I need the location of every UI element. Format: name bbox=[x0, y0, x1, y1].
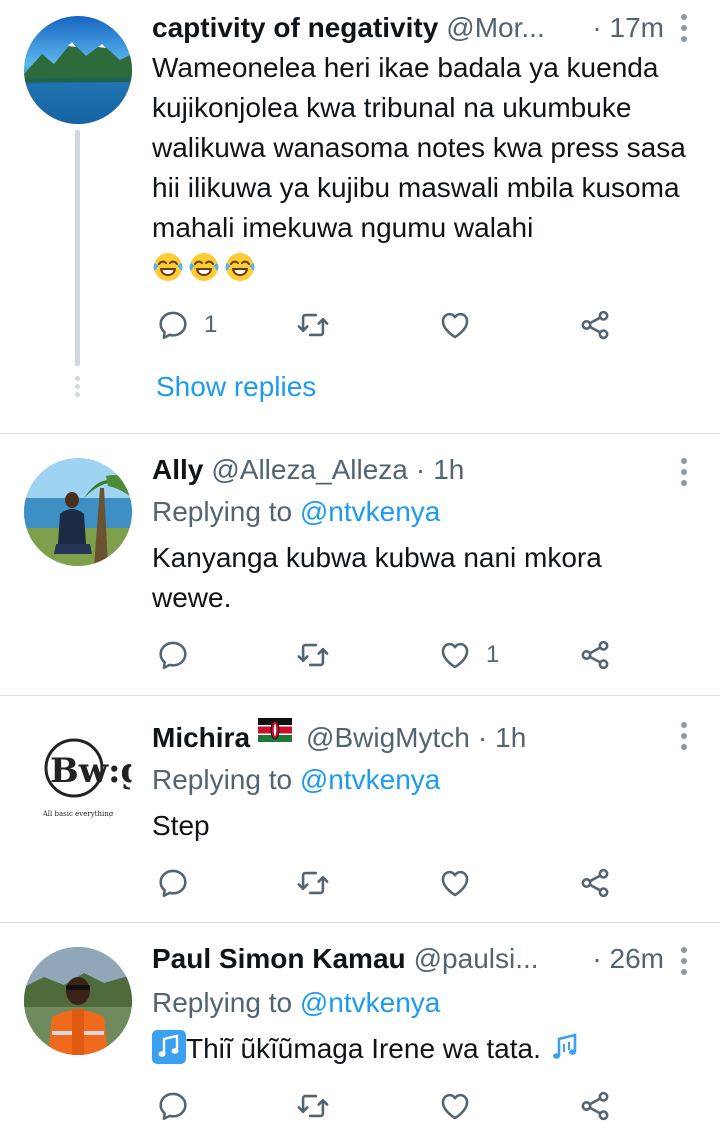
reply-button[interactable] bbox=[156, 1086, 190, 1126]
musical-notes-emoji bbox=[552, 1033, 576, 1059]
tweet-4[interactable]: Paul Simon Kamau @paulsi... · 26m Replyi… bbox=[0, 923, 720, 1136]
replying-to: Replying to @ntvkenya bbox=[152, 496, 441, 527]
display-name[interactable]: Paul Simon Kamau bbox=[152, 939, 406, 979]
face-with-tears-of-joy-emoji bbox=[188, 251, 220, 283]
musical-note-emoji bbox=[152, 1030, 186, 1064]
mention-link[interactable]: @ntvkenya bbox=[300, 987, 441, 1018]
user-handle[interactable]: @BwigMytch bbox=[306, 718, 470, 758]
mention-link[interactable]: @ntvkenya bbox=[300, 764, 441, 795]
replying-to: Replying to @ntvkenya bbox=[152, 987, 441, 1018]
timestamp[interactable]: 1h bbox=[433, 450, 464, 490]
tweet-text: Thiĩ ũkĩũmaga Irene wa tata. bbox=[152, 1029, 700, 1069]
reply-icon bbox=[156, 1089, 190, 1123]
avatar[interactable] bbox=[24, 458, 132, 566]
share-icon bbox=[578, 308, 612, 342]
timestamp[interactable]: · 26m bbox=[586, 939, 664, 979]
display-name[interactable]: Michira bbox=[152, 718, 250, 758]
more-options-icon[interactable] bbox=[680, 722, 688, 755]
emoji-row bbox=[152, 252, 260, 283]
reply-icon bbox=[156, 638, 190, 672]
avatar-caption: All basic everything bbox=[42, 810, 114, 818]
like-button[interactable]: 1 bbox=[438, 635, 499, 675]
reply-button[interactable] bbox=[156, 635, 190, 675]
more-options-icon[interactable] bbox=[680, 947, 688, 980]
tweet-text: Kanyanga kubwa kubwa nani mkora wewe. bbox=[152, 542, 602, 613]
avatar[interactable] bbox=[24, 947, 132, 1055]
tweet-text: Wameonelea heri ikae badala ya kuenda ku… bbox=[152, 48, 700, 288]
replying-to: Replying to @ntvkenya bbox=[152, 764, 441, 795]
timestamp[interactable]: · 17m bbox=[586, 8, 664, 48]
reply-button[interactable]: 1 bbox=[156, 305, 217, 345]
share-button[interactable] bbox=[578, 863, 612, 903]
retweet-icon bbox=[296, 866, 330, 900]
user-handle[interactable]: @paulsi... bbox=[414, 939, 539, 979]
reply-icon bbox=[156, 308, 190, 342]
timestamp[interactable]: 1h bbox=[495, 718, 526, 758]
share-button[interactable] bbox=[578, 635, 612, 675]
share-icon bbox=[578, 1089, 612, 1123]
like-icon bbox=[438, 1089, 472, 1123]
retweet-icon bbox=[296, 1089, 330, 1123]
tweet-3[interactable]: Bw:g All basic everything Michira @BwigM… bbox=[0, 696, 720, 922]
reply-button[interactable] bbox=[156, 863, 190, 903]
user-handle[interactable]: @Alleza_Alleza bbox=[211, 450, 408, 490]
tweet-actions: 1 bbox=[152, 635, 622, 675]
tweet-header: Ally @Alleza_Alleza · 1h bbox=[152, 450, 664, 490]
retweet-button[interactable] bbox=[296, 1086, 330, 1126]
retweet-button[interactable] bbox=[296, 635, 330, 675]
avatar[interactable]: Bw:g All basic everything bbox=[24, 720, 132, 828]
tweet-actions bbox=[152, 1086, 622, 1126]
avatar-monogram: Bw:g bbox=[50, 751, 132, 791]
thread-ellipsis bbox=[75, 376, 80, 400]
tweet-1[interactable]: captivity of negativity @Mor... · 17m Wa… bbox=[0, 0, 720, 433]
more-options-icon[interactable] bbox=[680, 458, 688, 491]
share-icon bbox=[578, 638, 612, 672]
display-name[interactable]: Ally bbox=[152, 450, 203, 490]
tweet-actions bbox=[152, 863, 622, 903]
retweet-button[interactable] bbox=[296, 863, 330, 903]
reply-icon bbox=[156, 866, 190, 900]
tweet-header: Paul Simon Kamau @paulsi... · 26m bbox=[152, 939, 664, 979]
like-count: 1 bbox=[486, 641, 500, 668]
tweet-text: Step bbox=[152, 810, 210, 841]
retweet-button[interactable] bbox=[296, 305, 330, 345]
like-button[interactable] bbox=[438, 1086, 472, 1126]
thread-line bbox=[75, 130, 80, 366]
more-options-icon[interactable] bbox=[680, 14, 688, 47]
kenya-flag-emoji bbox=[258, 718, 293, 742]
share-icon bbox=[578, 866, 612, 900]
avatar[interactable] bbox=[24, 16, 132, 124]
like-icon bbox=[438, 866, 472, 900]
like-button[interactable] bbox=[438, 863, 472, 903]
tweet-header: Michira @BwigMytch · 1h bbox=[152, 718, 664, 758]
face-with-tears-of-joy-emoji bbox=[224, 251, 256, 283]
tweet-2[interactable]: Ally @Alleza_Alleza · 1h Replying to @nt… bbox=[0, 434, 720, 695]
share-button[interactable] bbox=[578, 1086, 612, 1126]
face-with-tears-of-joy-emoji bbox=[152, 251, 184, 283]
display-name[interactable]: captivity of negativity bbox=[152, 8, 438, 48]
like-button[interactable] bbox=[438, 305, 472, 345]
show-replies-link[interactable]: Show replies bbox=[156, 367, 316, 407]
like-icon bbox=[438, 308, 472, 342]
like-icon bbox=[438, 638, 472, 672]
user-handle[interactable]: @Mor... bbox=[446, 8, 544, 48]
retweet-icon bbox=[296, 308, 330, 342]
share-button[interactable] bbox=[578, 305, 612, 345]
retweet-icon bbox=[296, 638, 330, 672]
tweet-header: captivity of negativity @Mor... · 17m bbox=[152, 8, 664, 48]
reply-count: 1 bbox=[204, 311, 218, 338]
tweet-actions: 1 bbox=[152, 305, 622, 345]
mention-link[interactable]: @ntvkenya bbox=[300, 496, 441, 527]
